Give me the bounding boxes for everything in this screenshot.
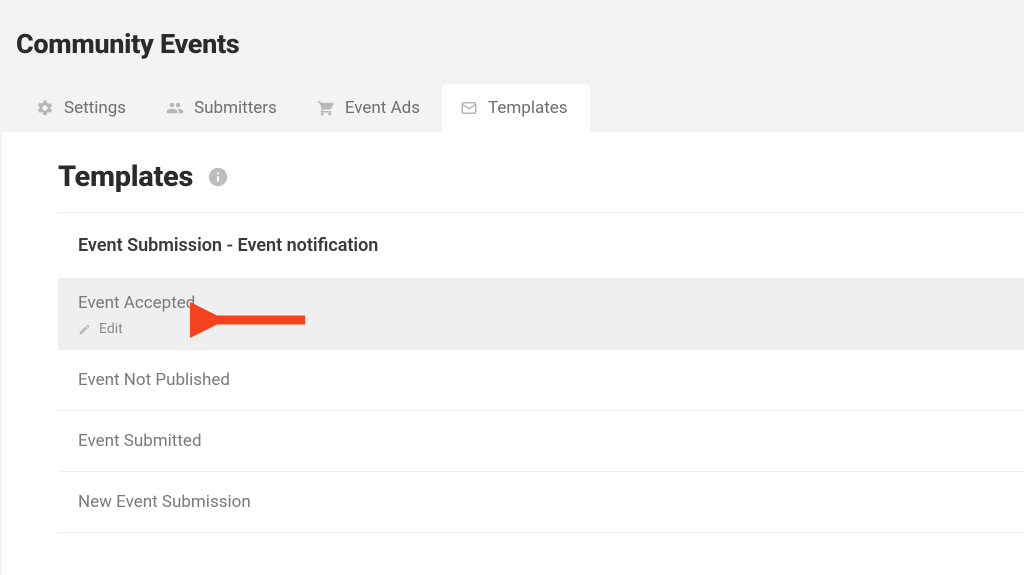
template-row-event-not-published[interactable]: Event Not Published xyxy=(58,349,1024,410)
template-list: Event Accepted Edit Event Not Published … xyxy=(58,278,1024,533)
group-title: Event Submission - Event notification xyxy=(58,213,1024,278)
gear-icon xyxy=(36,99,54,117)
template-row-event-submitted[interactable]: Event Submitted xyxy=(58,410,1024,471)
tab-bar: Settings Submitters Event Ads Templates xyxy=(0,84,1024,132)
envelope-icon xyxy=(460,99,478,117)
tab-label: Templates xyxy=(488,98,568,118)
tab-label: Event Ads xyxy=(345,98,420,118)
edit-label: Edit xyxy=(99,321,123,337)
template-row-new-event-submission[interactable]: New Event Submission xyxy=(58,471,1024,533)
tab-submitters[interactable]: Submitters xyxy=(148,84,299,132)
template-name: Event Submitted xyxy=(78,431,1024,451)
template-name: Event Accepted xyxy=(78,293,1024,313)
tab-label: Submitters xyxy=(194,98,277,118)
tab-label: Settings xyxy=(64,98,126,118)
page-title: Community Events xyxy=(0,18,1024,84)
pencil-icon xyxy=(78,323,91,336)
edit-link[interactable]: Edit xyxy=(78,321,1024,337)
tab-event-ads[interactable]: Event Ads xyxy=(299,84,442,132)
content-panel: Templates Event Submission - Event notif… xyxy=(2,132,1024,575)
template-name: New Event Submission xyxy=(78,492,1024,512)
section-title: Templates xyxy=(58,160,193,194)
users-icon xyxy=(166,99,184,117)
cart-icon xyxy=(317,99,335,117)
tab-templates[interactable]: Templates xyxy=(442,84,590,132)
template-name: Event Not Published xyxy=(78,370,1024,390)
tab-settings[interactable]: Settings xyxy=(18,84,148,132)
section-header: Templates xyxy=(58,160,1024,213)
info-icon[interactable] xyxy=(207,166,229,188)
template-row-event-accepted[interactable]: Event Accepted Edit xyxy=(58,278,1024,349)
